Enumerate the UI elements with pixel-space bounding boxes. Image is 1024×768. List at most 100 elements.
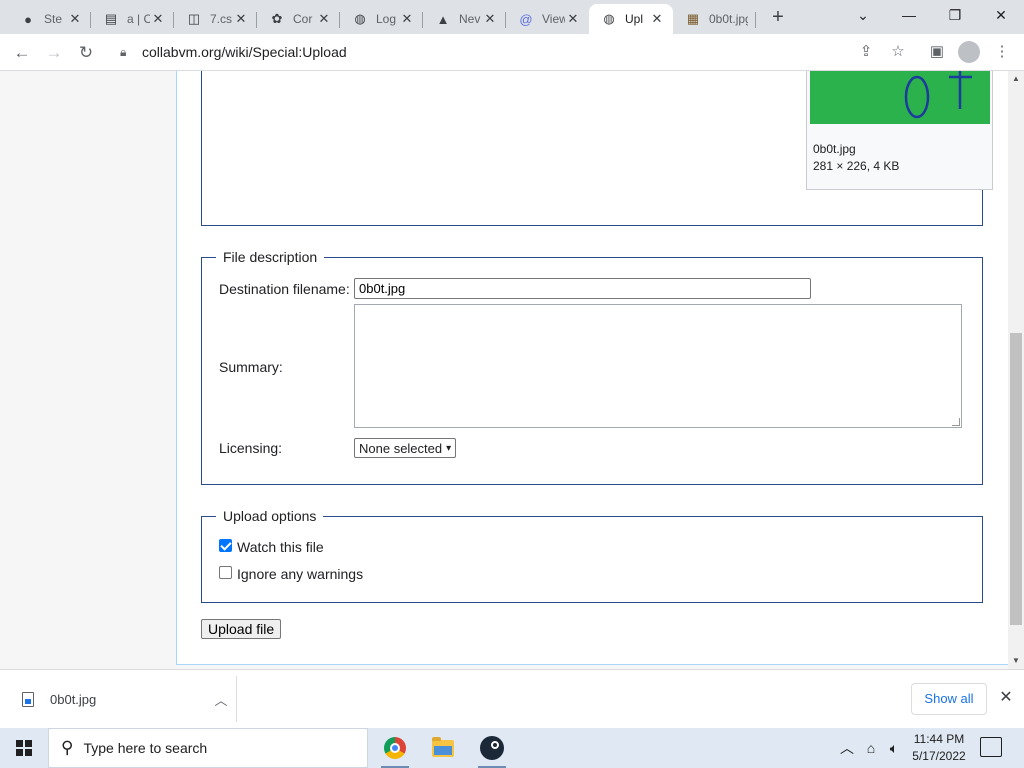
tab-view[interactable]: @ View ✕ — [506, 4, 589, 34]
tab-title: Log — [376, 12, 397, 26]
clipboard-icon: ▤ — [104, 11, 118, 26]
image-file-icon — [22, 691, 34, 707]
at-icon: @ — [519, 11, 533, 27]
tab-neocities[interactable]: ▲ Nev ✕ — [423, 4, 506, 34]
forward-button[interactable]: → — [41, 40, 67, 66]
tab-title: Nev — [459, 12, 481, 26]
menu-kebab-icon[interactable]: ⋮ — [991, 41, 1013, 63]
download-item[interactable]: 0b0t.jpg ︿ — [0, 676, 237, 722]
thumbnail-drawing — [904, 71, 972, 119]
tab-strip: ● Ste ✕ ▤ a | C ✕ ◫ 7.cs ✕ ✿ Cor ✕ ◍ Log… — [0, 0, 1024, 34]
thumbnail-filename: 0b0t.jpg — [813, 142, 856, 156]
scroll-up-icon[interactable]: ▲ — [1008, 71, 1024, 87]
taskbar-clock[interactable]: 11:44 PM 5/17/2022 — [904, 731, 974, 765]
lock-icon: 🔒︎ — [120, 44, 127, 59]
close-tab-icon[interactable]: ✕ — [399, 11, 415, 27]
close-tab-icon[interactable]: ✕ — [649, 11, 665, 27]
close-tab-icon[interactable]: ✕ — [150, 11, 166, 27]
search-placeholder: Type here to search — [83, 740, 208, 756]
chevron-up-icon[interactable]: ︿ — [206, 690, 236, 709]
resize-grip-icon[interactable] — [952, 418, 960, 426]
scroll-thumb[interactable] — [1010, 333, 1022, 625]
close-tab-icon[interactable]: ✕ — [316, 11, 332, 27]
taskbar-steam[interactable] — [468, 728, 516, 768]
steam-icon: ● — [24, 11, 32, 27]
minimize-button[interactable]: — — [886, 0, 932, 30]
close-window-button[interactable]: ✕ — [978, 0, 1024, 30]
image-icon: ◫ — [187, 11, 201, 26]
network-icon[interactable]: ⌂ — [860, 728, 882, 768]
close-download-bar-icon[interactable]: ✕ — [996, 688, 1016, 708]
file-description-fieldset: File description Destination filename: S… — [201, 249, 983, 485]
tab-title: Cor — [293, 12, 313, 26]
upload-options-fieldset: Upload options Watch this file Ignore an… — [201, 508, 983, 603]
start-button[interactable] — [0, 728, 48, 768]
tab-search-chevron-icon[interactable]: ⌄ — [840, 0, 886, 30]
close-tab-icon[interactable]: ✕ — [565, 11, 581, 27]
tab-title: 0b0t.jpg — [709, 12, 748, 26]
file-description-legend: File description — [216, 249, 325, 265]
reload-button[interactable]: ↻ — [73, 40, 99, 66]
watch-file-label[interactable]: Watch this file — [237, 539, 324, 555]
ignore-warnings-label[interactable]: Ignore any warnings — [237, 566, 363, 582]
taskbar-file-explorer[interactable] — [419, 728, 467, 768]
volume-icon[interactable]: 🔈︎ — [884, 728, 904, 768]
windows-taskbar: ⚲ Type here to search ︿ ⌂ 🔈︎ 11:44 PM 5/… — [0, 728, 1024, 768]
download-bar: 0b0t.jpg ︿ Show all ✕ — [0, 669, 1024, 728]
notification-icon[interactable] — [980, 737, 1002, 757]
profile-avatar[interactable] — [958, 41, 980, 63]
url-text: collabvm.org/wiki/Special:Upload — [142, 44, 347, 60]
content-area: 0b0t.jpg 281 × 226, 4 KB File descriptio… — [176, 71, 1008, 665]
tray-chevron-up-icon[interactable]: ︿ — [838, 728, 856, 768]
bookmark-star-icon[interactable]: ☆ — [887, 41, 909, 63]
licensing-select[interactable]: None selected ▾ — [354, 438, 457, 458]
share-icon[interactable]: ⇪ — [855, 41, 877, 63]
neocities-icon: ▲ — [436, 11, 450, 27]
summary-textarea[interactable] — [354, 304, 962, 428]
taskbar-search-box[interactable]: ⚲ Type here to search — [48, 728, 368, 768]
browser-toolbar: ← → ↻ 🔒︎ collabvm.org/wiki/Special:Uploa… — [0, 34, 1024, 71]
chevron-down-icon: ▾ — [446, 442, 452, 454]
folder-icon — [432, 736, 454, 757]
tab-settings[interactable]: ✿ Cor ✕ — [257, 4, 340, 34]
summary-label: Summary: — [219, 359, 283, 375]
ignore-warnings-checkbox[interactable] — [219, 566, 232, 579]
close-tab-icon[interactable]: ✕ — [482, 11, 498, 27]
tab-title: Upl — [625, 12, 644, 26]
licensing-value: None selected — [359, 440, 443, 456]
tab-photo[interactable]: ▦ 0b0t.jpg — [673, 4, 756, 34]
destination-filename-input[interactable] — [354, 278, 811, 299]
side-panel-icon[interactable]: ▣ — [926, 41, 948, 63]
upload-options-legend: Upload options — [216, 508, 324, 524]
address-bar[interactable]: 🔒︎ collabvm.org/wiki/Special:Upload — [108, 38, 848, 66]
tab-steam[interactable]: ● Ste ✕ — [8, 4, 91, 34]
watch-file-checkbox[interactable] — [219, 539, 232, 552]
new-tab-button[interactable]: + — [766, 6, 790, 30]
photo-icon: ▦ — [686, 11, 700, 26]
upload-file-button[interactable]: Upload file — [201, 619, 282, 639]
tab-title: View — [542, 12, 565, 26]
page-scrollbar[interactable]: ▲ ▼ — [1008, 71, 1024, 669]
scroll-down-icon[interactable]: ▼ — [1008, 653, 1024, 669]
tab-clipboard[interactable]: ▤ a | C ✕ — [91, 4, 174, 34]
thumbnail-image — [810, 71, 990, 124]
tab-upload[interactable]: ◍ Upl ✕ — [589, 4, 673, 34]
taskbar-chrome[interactable] — [371, 728, 419, 768]
tab-log[interactable]: ◍ Log ✕ — [340, 4, 423, 34]
destination-filename-label: Destination filename: — [219, 281, 350, 297]
licensing-label: Licensing: — [219, 440, 283, 456]
tab-title: 7.cs — [210, 12, 233, 26]
page-viewport: 0b0t.jpg 281 × 226, 4 KB File descriptio… — [0, 71, 1024, 669]
close-tab-icon[interactable]: ✕ — [67, 11, 83, 27]
thumbnail-meta: 281 × 226, 4 KB — [813, 159, 900, 173]
clock-time: 11:44 PM — [913, 732, 965, 746]
globe-icon: ◍ — [603, 11, 615, 26]
close-tab-icon[interactable]: ✕ — [233, 11, 249, 27]
back-button[interactable]: ← — [9, 40, 35, 66]
restore-button[interactable]: ❐ — [932, 0, 978, 30]
search-icon: ⚲ — [61, 738, 74, 757]
chrome-icon — [384, 737, 406, 759]
show-all-button[interactable]: Show all — [911, 683, 987, 715]
steam-icon — [480, 736, 504, 760]
tab-image[interactable]: ◫ 7.cs ✕ — [174, 4, 257, 34]
